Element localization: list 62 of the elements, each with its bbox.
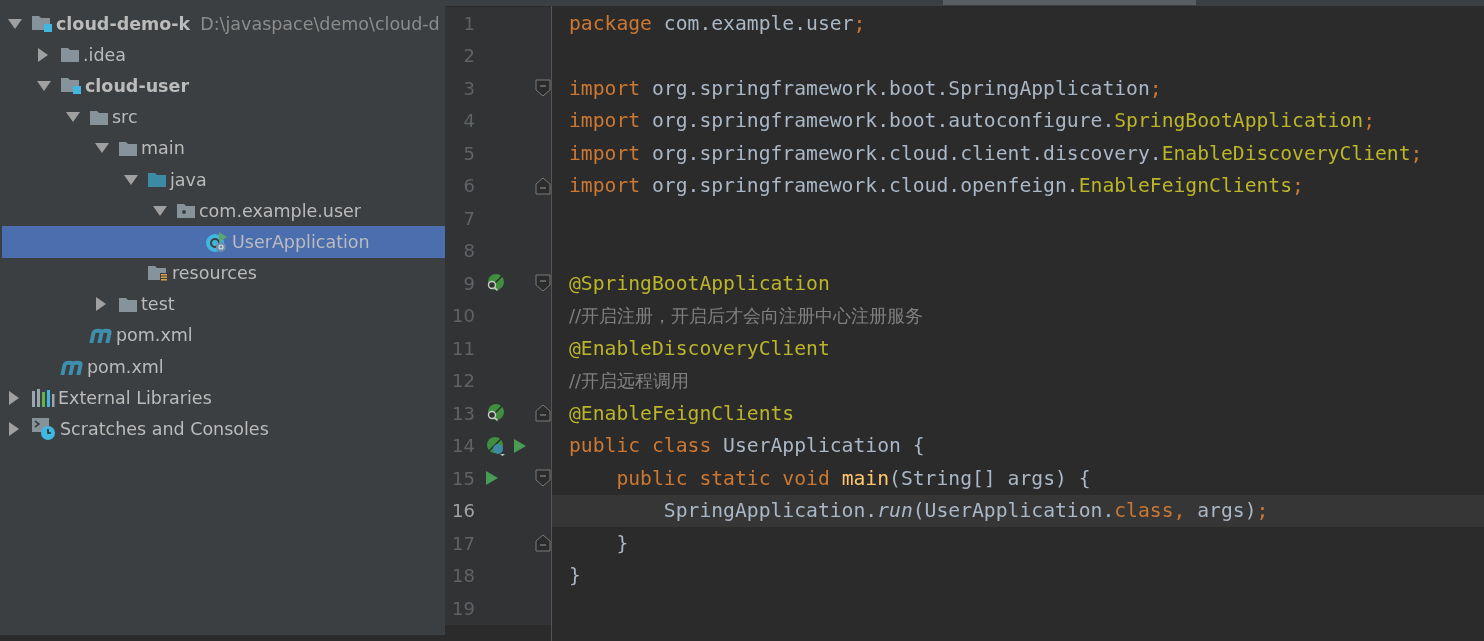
code-line: import org.springframework.cloud.openfeign.EnableFeignClients; (569, 174, 1304, 198)
tree-item[interactable]: src (2, 101, 445, 133)
fold-icon[interactable] (535, 534, 551, 553)
tree-item[interactable]: pom.xml (2, 351, 445, 383)
tree-item[interactable]: Scratches and Consoles (2, 413, 445, 445)
folder-icon (89, 108, 109, 126)
folder-icon (118, 295, 138, 313)
code-line: SpringApplication.run(UserApplication.class, args); (662, 499, 1269, 523)
caret-right-icon[interactable] (37, 47, 49, 62)
caret-right-icon[interactable] (95, 297, 107, 312)
tree-item[interactable]: cloud-demo-k D:\javaspace\demo\cloud-d (2, 8, 445, 40)
run-icon[interactable] (513, 437, 527, 454)
project-path: D:\javaspace\demo\cloud-d (200, 13, 440, 34)
code-line: @EnableFeignClients (569, 401, 795, 425)
code-line: import org.springframework.boot.autoconfigure.SpringBootApplication; (569, 109, 1376, 133)
code-line: } (615, 531, 629, 555)
tree-item[interactable]: cloud-user (2, 70, 445, 102)
code-line: @SpringBootApplication (569, 271, 830, 295)
run-icon[interactable] (485, 470, 499, 487)
caret-right-icon[interactable] (8, 390, 20, 405)
tree-item[interactable]: test (2, 288, 445, 320)
caret-down-icon[interactable] (95, 142, 109, 155)
caret-down-icon[interactable] (66, 111, 80, 124)
code-line: @EnableDiscoveryClient (569, 336, 830, 360)
code-line: //开启注册，开启后才会向注册中心注册服务 (569, 303, 924, 328)
line-number: 16 (451, 500, 475, 522)
tree-item[interactable]: External Libraries (2, 382, 445, 414)
tree-item[interactable]: com.example.user (2, 195, 445, 227)
caret-down-icon[interactable] (8, 17, 22, 30)
tree-item[interactable]: resources (2, 257, 445, 289)
source-folder-icon (147, 171, 167, 189)
code-line: import org.springframework.cloud.client.discovery.EnableDiscoveryClient; (569, 141, 1423, 165)
code-line: import org.springframework.boot.SpringApplication; (569, 76, 1162, 100)
code-line: } (569, 564, 581, 588)
folder-icon (118, 139, 138, 157)
fold-icon[interactable] (535, 274, 551, 293)
code-line: //开启远程调用 (569, 368, 690, 393)
libraries-icon (31, 387, 55, 408)
tree-item[interactable]: .idea (2, 39, 445, 71)
fold-icon[interactable] (535, 404, 551, 423)
spring-class-icon (205, 230, 229, 253)
code-line: public class UserApplication { (569, 434, 925, 458)
fold-icon[interactable] (535, 469, 551, 488)
scratches-icon (31, 417, 57, 442)
code-line: package com.example.user; (569, 11, 866, 35)
caret-down-icon[interactable] (37, 79, 51, 92)
resources-folder-icon (147, 263, 169, 283)
module-folder-icon (60, 76, 82, 96)
caret-down-icon[interactable] (153, 204, 167, 217)
tree-item[interactable]: main (2, 132, 445, 164)
caret-right-icon[interactable] (8, 422, 20, 437)
fold-icon[interactable] (535, 79, 551, 98)
fold-icon[interactable] (535, 176, 551, 195)
package-icon (176, 202, 196, 220)
scrollbar-thumb[interactable] (943, 0, 1196, 5)
tree-item[interactable]: java (2, 163, 445, 196)
tree-item[interactable]: pom.xml (2, 319, 445, 352)
code-line: public static void main(String[] args) { (615, 466, 1091, 490)
folder-icon (60, 46, 80, 64)
caret-down-icon[interactable] (124, 173, 138, 186)
module-folder-icon (31, 14, 53, 34)
maven-icon (89, 326, 113, 345)
